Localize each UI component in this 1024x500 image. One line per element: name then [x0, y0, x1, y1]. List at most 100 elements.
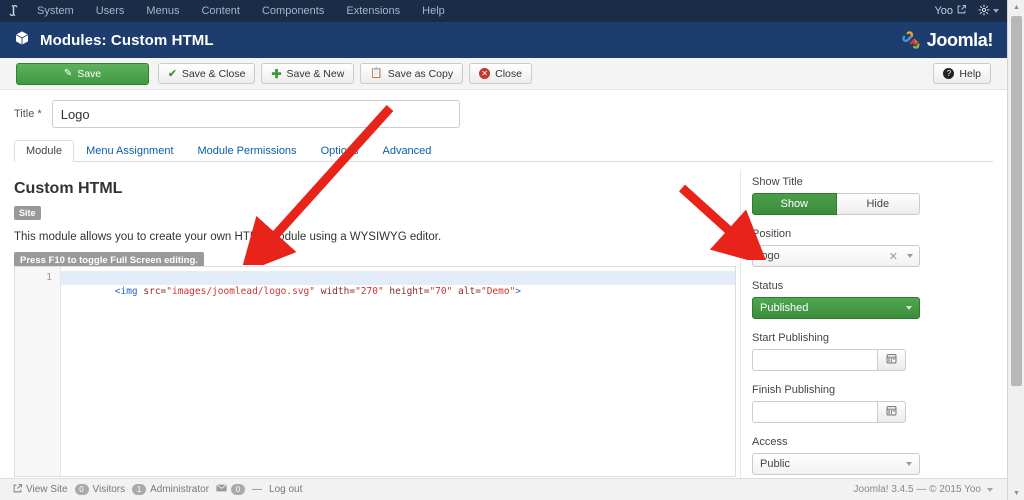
field-access: Access Public	[752, 436, 993, 475]
scroll-up-icon[interactable]: ▲	[1008, 0, 1024, 14]
code-token: src=	[143, 286, 167, 297]
joomla-mark-icon[interactable]	[0, 4, 26, 19]
field-show-title: Show Title Show Hide	[752, 176, 993, 215]
save-button[interactable]: ✎ Save	[16, 62, 149, 85]
footer-separator: —	[252, 484, 263, 495]
user-name: Yoo	[934, 5, 953, 17]
nav-item-menus[interactable]: Menus	[135, 0, 190, 22]
nav-item-system[interactable]: System	[26, 0, 85, 22]
messages-count: 0	[231, 484, 246, 495]
joomla-admin-page: System Users Menus Content Components Ex…	[0, 0, 1024, 500]
calendar-icon	[886, 405, 897, 419]
status-select[interactable]: Published	[752, 297, 920, 319]
chevron-down-icon	[907, 254, 913, 258]
module-info-panel: Custom HTML Site This module allows you …	[14, 180, 736, 269]
code-token: "70"	[429, 286, 453, 297]
logout-link[interactable]: Log out	[269, 484, 302, 495]
nav-item-extensions[interactable]: Extensions	[335, 0, 411, 22]
start-publishing-label: Start Publishing	[752, 332, 830, 344]
nav-item-content[interactable]: Content	[190, 0, 251, 22]
close-button[interactable]: ✕ Close	[469, 63, 532, 84]
status-bar: View Site 0 Visitors 1 Administrator 0 —…	[0, 478, 1007, 500]
show-title-hide-option[interactable]: Hide	[836, 193, 920, 215]
editor-toolbar: ✎ Save ✔ Save & Close ✚ Save & New 📋 Sav…	[0, 58, 1007, 90]
save-as-copy-button[interactable]: 📋 Save as Copy	[360, 63, 464, 84]
access-label: Access	[752, 436, 788, 448]
access-value: Public	[760, 458, 790, 470]
help-button-label: Help	[959, 67, 981, 80]
module-description: This module allows you to create your ow…	[14, 231, 442, 243]
visitors-count: 0	[74, 484, 89, 495]
save-button-label: Save	[77, 67, 102, 80]
access-select[interactable]: Public	[752, 453, 920, 475]
status-value: Published	[760, 302, 809, 314]
show-title-label: Show Title	[752, 176, 803, 188]
help-button[interactable]: ? Help	[933, 63, 991, 84]
field-status: Status Published	[752, 280, 993, 319]
page-title: Modules: Custom HTML	[40, 31, 214, 49]
visitors-label: Visitors	[92, 484, 126, 495]
settings-menu[interactable]	[978, 4, 999, 19]
admin-nav: System Users Menus Content Components Ex…	[26, 0, 456, 22]
messages-status[interactable]: 0	[216, 484, 246, 495]
page-subheader: Modules: Custom HTML Joomla!	[0, 22, 1007, 58]
show-title-toggle[interactable]: Show Hide	[752, 193, 920, 215]
position-value: logo	[759, 250, 780, 262]
module-box-icon	[14, 30, 30, 50]
external-link-icon	[957, 5, 966, 17]
start-publishing-calendar-button[interactable]	[877, 349, 906, 371]
administrator-status: 1 Administrator	[132, 484, 209, 495]
view-site-label: View Site	[26, 484, 68, 495]
tab-module[interactable]: Module	[14, 140, 75, 162]
finish-publishing-calendar-button[interactable]	[877, 401, 906, 423]
tab-menu-assignment[interactable]: Menu Assignment	[74, 140, 185, 162]
code-line-1[interactable]: <img src="images/joomlead/logo.svg" widt…	[61, 271, 735, 297]
code-editor[interactable]: 1 <img src="images/joomlead/logo.svg" wi…	[14, 266, 736, 477]
code-token: >	[515, 286, 522, 297]
nav-item-users[interactable]: Users	[85, 0, 136, 22]
line-number: 1	[46, 272, 52, 283]
nav-item-help[interactable]: Help	[411, 0, 456, 22]
editor-code-area[interactable]: <img src="images/joomlead/logo.svg" widt…	[61, 267, 735, 476]
save-and-close-button[interactable]: ✔ Save & Close	[158, 63, 256, 84]
code-token: "images/joomlead/logo.svg"	[166, 286, 315, 297]
position-label: Position	[752, 228, 792, 240]
scope-badge: Site	[14, 206, 41, 220]
finish-publishing-row	[752, 401, 993, 423]
editor-gutter: 1	[15, 267, 61, 476]
calendar-icon	[886, 353, 897, 367]
show-title-show-option[interactable]: Show	[752, 193, 837, 215]
close-button-label: Close	[495, 67, 522, 80]
finish-publishing-label: Finish Publishing	[752, 384, 836, 396]
tab-options[interactable]: Options	[309, 140, 371, 162]
module-settings-sidebar: Show Title Show Hide Position logo ✕ Sta…	[752, 176, 993, 488]
position-select[interactable]: logo ✕	[752, 245, 920, 267]
scrollbar-thumb[interactable]	[1011, 16, 1022, 386]
user-menu[interactable]: Yoo	[934, 5, 966, 17]
code-token: height=	[389, 286, 430, 297]
code-token: alt=	[458, 286, 481, 297]
chevron-down-icon[interactable]	[987, 487, 993, 492]
finish-publishing-input[interactable]	[752, 401, 877, 423]
save-and-close-label: Save & Close	[181, 67, 246, 80]
tab-bar: Module Menu Assignment Module Permission…	[14, 138, 993, 162]
tab-advanced[interactable]: Advanced	[370, 140, 443, 162]
nav-item-components[interactable]: Components	[251, 0, 335, 22]
start-publishing-input[interactable]	[752, 349, 877, 371]
code-token: width=	[320, 286, 356, 297]
external-link-icon	[13, 483, 22, 496]
pencil-icon: ✎	[63, 68, 73, 79]
code-token: "Demo"	[480, 286, 516, 297]
view-site-link[interactable]: View Site	[13, 483, 68, 496]
visitors-status: 0 Visitors	[74, 484, 126, 495]
panel-divider	[740, 170, 741, 480]
field-start-publishing: Start Publishing	[752, 332, 993, 371]
field-finish-publishing: Finish Publishing	[752, 384, 993, 423]
save-and-new-button[interactable]: ✚ Save & New	[261, 63, 355, 84]
title-input[interactable]	[51, 100, 460, 128]
scroll-down-icon[interactable]: ▼	[1008, 486, 1024, 500]
chevron-down-icon	[906, 306, 912, 310]
clear-position-icon[interactable]: ✕	[889, 250, 898, 263]
tab-module-permissions[interactable]: Module Permissions	[186, 140, 309, 162]
browser-scrollbar[interactable]: ▲ ▼	[1007, 0, 1024, 500]
